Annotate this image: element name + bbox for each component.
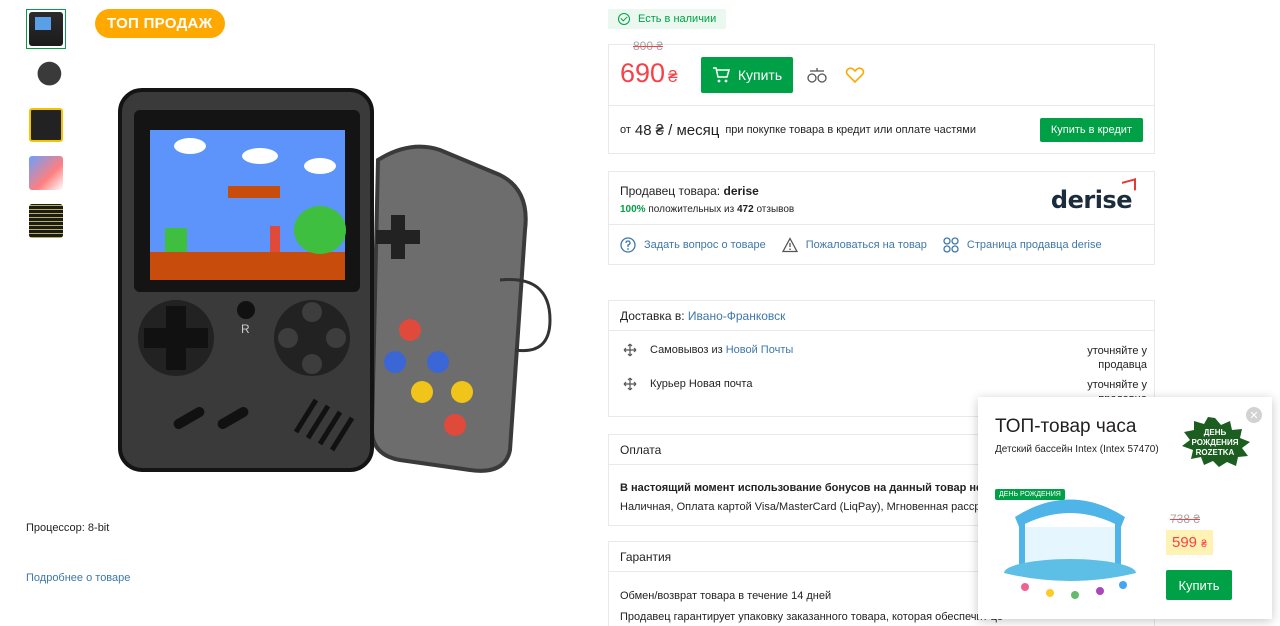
in-stock-label: Есть в наличии bbox=[638, 13, 717, 25]
credit-per-month: ₴ / месяц bbox=[655, 121, 720, 139]
pickup-from: из bbox=[711, 344, 723, 356]
svg-text:R: R bbox=[241, 322, 250, 336]
ask-question-link[interactable]: Задать вопрос о товаре bbox=[620, 237, 766, 253]
product-image[interactable]: R bbox=[110, 80, 560, 480]
popup-price: 599 ₴ bbox=[1166, 530, 1213, 555]
price-row: 800 ₴ 690 ₴ Купить bbox=[609, 39, 1154, 106]
more-about-product-link[interactable]: Подробнее о товаре bbox=[26, 572, 130, 584]
badge-line-1: ДЕНЬ bbox=[1204, 428, 1227, 437]
seller-info: Продавец товара: derise 100% положительн… bbox=[609, 172, 1154, 225]
pickup-label: Самовывоз bbox=[650, 344, 709, 356]
thumbnail-3[interactable] bbox=[26, 105, 66, 145]
buy-button[interactable]: Купить bbox=[701, 57, 793, 93]
thumbnail-image bbox=[29, 12, 63, 46]
credit-note: при покупке товара в кредит или оплате ч… bbox=[725, 124, 976, 136]
thumbnail-1[interactable] bbox=[26, 9, 66, 49]
question-circle-icon bbox=[620, 237, 636, 253]
old-price: 800 ₴ bbox=[633, 39, 664, 53]
price-panel: 800 ₴ 690 ₴ Купить от 48 ₴ / месяц при по… bbox=[608, 39, 1155, 154]
credit-amount: 48 bbox=[634, 121, 652, 139]
thumbnail-image bbox=[29, 204, 63, 238]
cart-icon bbox=[712, 67, 730, 83]
ask-question-label: Задать вопрос о товаре bbox=[644, 239, 766, 251]
console-illustration: R bbox=[118, 88, 374, 472]
product-spec: Процессор: 8-bit bbox=[26, 522, 110, 534]
popup-product-name[interactable]: Детский бассейн Intex (Intex 57470) bbox=[995, 444, 1159, 455]
seller-name: derise bbox=[723, 184, 759, 198]
check-circle-icon bbox=[618, 13, 630, 25]
delivery-header: Доставка в: Ивано-Франковск bbox=[609, 301, 1154, 331]
delivery-city-link[interactable]: Ивано-Франковск bbox=[688, 309, 785, 323]
popup-price-value: 599 bbox=[1172, 534, 1198, 551]
popup-buy-button[interactable]: Купить bbox=[1166, 570, 1232, 600]
birthday-badge-icon: ДЕНЬ РОЖДЕНИЯ ROZETKA bbox=[1182, 417, 1250, 467]
current-price: 690 ₴ bbox=[620, 58, 678, 89]
seller-page-link[interactable]: Страница продавца derise bbox=[943, 237, 1102, 253]
seller-rating-percent: 100% bbox=[620, 204, 646, 215]
bonus-notice-text: В настоящий момент использование бонусов… bbox=[620, 482, 1002, 494]
seller-logo-text: derise bbox=[1050, 186, 1133, 214]
thumbnail-2[interactable] bbox=[26, 57, 66, 97]
seller-rating-tail: отзывов bbox=[756, 204, 795, 215]
credit-from: от bbox=[620, 124, 631, 136]
seller-panel: Продавец товара: derise 100% положительн… bbox=[608, 171, 1155, 265]
thumbnail-4[interactable] bbox=[26, 153, 66, 193]
thumbnail-image bbox=[29, 108, 63, 142]
delivery-option-pickup: Самовывоз из Новой Почты уточняйте у про… bbox=[609, 331, 1154, 371]
thumbnail-image bbox=[29, 60, 63, 94]
seller-label: Продавец товара: bbox=[620, 184, 721, 198]
delivery-option-courier: Курьер Новая почта уточняйте у продавца bbox=[609, 365, 1154, 405]
move-arrows-icon bbox=[623, 343, 637, 357]
buy-on-credit-button[interactable]: Купить в кредит bbox=[1039, 118, 1143, 142]
seller-logo[interactable]: derise bbox=[1050, 178, 1136, 214]
seller-rating-text: положительных из bbox=[648, 204, 735, 215]
top-product-popup: ✕ ТОП-товар часа Детский бассейн Intex (… bbox=[978, 397, 1272, 619]
shop-grid-icon bbox=[943, 237, 959, 253]
nova-poshta-link[interactable]: Новой Почты bbox=[726, 344, 794, 356]
buy-button-label: Купить bbox=[737, 67, 783, 83]
badge-line-3: ROZETKA bbox=[1196, 448, 1235, 457]
credit-row: от 48 ₴ / месяц при покупке товара в кре… bbox=[609, 106, 1154, 154]
warning-icon bbox=[781, 237, 798, 253]
birthday-tag: ДЕНЬ РОЖДЕНИЯ bbox=[995, 489, 1065, 500]
complain-link[interactable]: Пожаловаться на товар bbox=[781, 237, 927, 253]
current-price-currency: ₴ bbox=[668, 67, 678, 86]
seller-page-label: Страница продавца derise bbox=[966, 239, 1102, 251]
popup-old-price: 738 ₴ bbox=[1170, 512, 1201, 526]
thumbnail-list bbox=[26, 9, 68, 249]
courier-label: Курьер Новая почта bbox=[650, 378, 753, 390]
complain-label: Пожаловаться на товар bbox=[805, 239, 927, 251]
badge-line-2: РОЖДЕНИЯ bbox=[1192, 438, 1239, 447]
heart-icon[interactable] bbox=[845, 66, 865, 84]
compare-icon[interactable] bbox=[807, 66, 827, 84]
pool-image[interactable] bbox=[995, 487, 1145, 605]
gamepad-illustration bbox=[369, 144, 552, 473]
top-sales-badge: ТОП ПРОДАЖ bbox=[95, 9, 225, 38]
seller-review-count: 472 bbox=[736, 204, 754, 215]
popup-title: ТОП-товар часа bbox=[995, 416, 1137, 437]
seller-links: Задать вопрос о товаре Пожаловаться на т… bbox=[609, 225, 1154, 265]
delivery-label: Доставка в: bbox=[620, 309, 685, 323]
move-arrows-icon bbox=[623, 377, 637, 391]
thumbnail-5[interactable] bbox=[26, 201, 66, 241]
popup-price-currency: ₴ bbox=[1201, 539, 1207, 550]
thumbnail-image bbox=[29, 156, 63, 190]
current-price-value: 690 bbox=[620, 58, 666, 88]
in-stock-badge: Есть в наличии bbox=[608, 9, 727, 29]
